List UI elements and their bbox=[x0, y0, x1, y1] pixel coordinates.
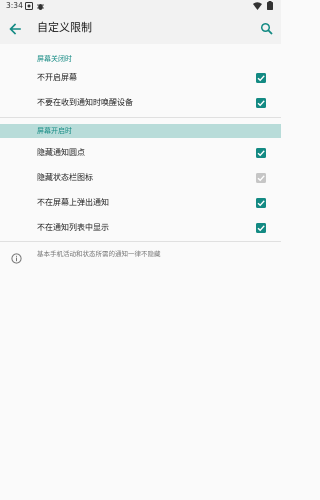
section-header-screen-off: 屏幕关闭时 bbox=[0, 52, 281, 66]
checkbox-checked-disabled bbox=[256, 173, 266, 183]
setting-row-hide-status-bar-icons: 隐藏状态栏图标 bbox=[0, 166, 281, 190]
setting-row-hide-notification-dots[interactable]: 隐藏通知圆点 bbox=[0, 141, 281, 165]
setting-label: 隐藏通知圆点 bbox=[37, 148, 85, 157]
setting-label: 不在通知列表中显示 bbox=[37, 223, 109, 232]
section-header-label: 屏幕关闭时 bbox=[37, 55, 72, 63]
checkbox-checked[interactable] bbox=[256, 223, 266, 233]
setting-label: 不要在收到通知时唤醒设备 bbox=[37, 98, 133, 107]
setting-label: 不开启屏幕 bbox=[37, 73, 77, 82]
search-icon[interactable] bbox=[259, 21, 275, 37]
section-divider bbox=[0, 117, 281, 118]
checkbox-checked[interactable] bbox=[256, 98, 266, 108]
setting-label: 不在屏幕上弹出通知 bbox=[37, 198, 109, 207]
info-icon bbox=[11, 249, 22, 264]
setting-row-hide-from-list[interactable]: 不在通知列表中显示 bbox=[0, 216, 281, 240]
setting-label: 隐藏状态栏图标 bbox=[37, 173, 93, 182]
setting-row-dont-turn-on-screen[interactable]: 不开启屏幕 bbox=[0, 66, 281, 90]
checkbox-checked[interactable] bbox=[256, 198, 266, 208]
app-toolbar: 自定义限制 bbox=[0, 12, 281, 44]
info-text: 基本手机活动和状态所需的通知一律不隐藏 bbox=[37, 250, 161, 258]
section-header-screen-on: 屏幕开启时 bbox=[0, 124, 281, 138]
info-footer: 基本手机活动和状态所需的通知一律不隐藏 bbox=[0, 245, 281, 265]
status-time: 3:34 bbox=[6, 1, 23, 10]
page-title: 自定义限制 bbox=[37, 21, 92, 34]
arrow-back-icon[interactable] bbox=[7, 21, 23, 37]
status-bar: 3:34 bbox=[0, 0, 281, 12]
checkbox-checked[interactable] bbox=[256, 148, 266, 158]
setting-row-dont-wake-device[interactable]: 不要在收到通知时唤醒设备 bbox=[0, 91, 281, 115]
setting-row-no-heads-up[interactable]: 不在屏幕上弹出通知 bbox=[0, 191, 281, 215]
section-divider bbox=[0, 241, 281, 242]
section-header-label: 屏幕开启时 bbox=[37, 127, 72, 135]
checkbox-checked[interactable] bbox=[256, 73, 266, 83]
